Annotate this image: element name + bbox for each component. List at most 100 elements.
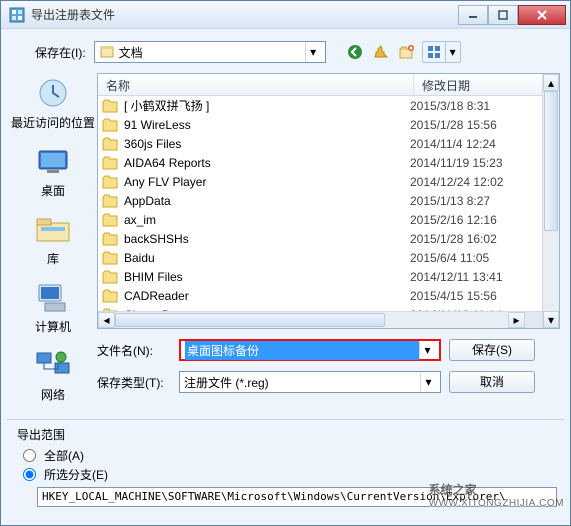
folder-icon <box>102 99 118 113</box>
file-name: Baidu <box>124 251 410 265</box>
list-item[interactable]: [ 小鹤双拼飞扬 ]2015/3/18 8:31 <box>98 96 542 115</box>
scroll-down-icon[interactable]: ▾ <box>543 311 559 328</box>
filetype-label: 保存类型(T): <box>97 374 171 391</box>
list-item[interactable]: Baidu2015/6/4 11:05 <box>98 248 542 267</box>
file-list: 名称 修改日期 [ 小鹤双拼飞扬 ]2015/3/18 8:3191 WireL… <box>97 73 560 329</box>
list-header: 名称 修改日期 <box>98 74 542 96</box>
folder-icon <box>102 270 118 284</box>
scroll-right-icon[interactable]: ▸ <box>508 312 525 328</box>
app-icon <box>9 7 25 23</box>
divider <box>7 419 564 420</box>
list-item[interactable]: 91 WireLess2015/1/28 15:56 <box>98 115 542 134</box>
radio-selected-input[interactable] <box>23 468 36 481</box>
file-date: 2014/11/19 15:23 <box>410 156 538 170</box>
places-sidebar: 最近访问的位置 桌面 库 计算机 网络 <box>11 73 95 409</box>
file-date: 2015/2/16 12:16 <box>410 213 538 227</box>
folder-icon <box>102 289 118 303</box>
titlebar: 导出注册表文件 <box>1 1 570 29</box>
folder-icon <box>102 213 118 227</box>
savein-combo[interactable]: 文档 ▾ <box>94 41 326 63</box>
sidebar-item-libraries[interactable]: 库 <box>11 211 95 273</box>
scroll-up-icon[interactable]: ▴ <box>543 74 559 91</box>
filetype-combo[interactable]: 注册文件 (*.reg) ▾ <box>179 371 441 393</box>
folder-icon <box>102 232 118 246</box>
file-date: 2015/3/18 8:31 <box>410 99 538 113</box>
filename-label: 文件名(N): <box>97 342 171 359</box>
desktop-icon <box>33 145 73 177</box>
maximize-button[interactable] <box>488 5 518 25</box>
window-title: 导出注册表文件 <box>31 6 458 23</box>
file-date: 2015/1/28 16:02 <box>410 232 538 246</box>
list-item[interactable]: CADReader2015/4/15 15:56 <box>98 286 542 305</box>
folder-icon <box>102 118 118 132</box>
list-item[interactable]: BHIM Files2014/12/11 13:41 <box>98 267 542 286</box>
minimize-button[interactable] <box>458 5 488 25</box>
libraries-icon <box>33 213 73 245</box>
radio-selected[interactable]: 所选分支(E) <box>23 466 554 483</box>
filename-input[interactable]: 桌面图标备份 ▾ <box>179 339 441 361</box>
radio-all-input[interactable] <box>23 449 36 462</box>
close-button[interactable] <box>518 5 566 25</box>
folder-icon <box>102 175 118 189</box>
dialog-window: 导出注册表文件 保存在(I): 文档 ▾ ▾ <box>0 0 571 526</box>
list-item[interactable]: backSHSHs2015/1/28 16:02 <box>98 229 542 248</box>
folder-icon <box>102 156 118 170</box>
list-item[interactable]: AppData2015/1/13 8:27 <box>98 191 542 210</box>
chevron-down-icon[interactable]: ▾ <box>305 42 321 62</box>
branch-path-input[interactable]: HKEY_LOCAL_MACHINE\SOFTWARE\Microsoft\Wi… <box>37 487 557 507</box>
file-date: 2014/12/24 12:02 <box>410 175 538 189</box>
file-name: CADReader <box>124 289 410 303</box>
scroll-thumb-v[interactable] <box>544 91 558 231</box>
folder-icon <box>102 251 118 265</box>
file-date: 2015/4/15 15:56 <box>410 289 538 303</box>
back-button[interactable] <box>344 41 366 63</box>
col-name[interactable]: 名称 <box>98 74 414 95</box>
recent-icon <box>33 77 73 109</box>
file-name: 360js Files <box>124 137 410 151</box>
col-date[interactable]: 修改日期 <box>414 74 542 95</box>
file-name: Any FLV Player <box>124 175 410 189</box>
scroll-left-icon[interactable]: ◂ <box>98 312 115 328</box>
chevron-down-icon[interactable]: ▾ <box>420 373 436 391</box>
file-name: [ 小鹤双拼飞扬 ] <box>124 97 410 114</box>
folder-icon <box>102 194 118 208</box>
filetype-value: 注册文件 (*.reg) <box>184 374 420 391</box>
export-range-group: 导出范围 全部(A) 所选分支(E) HKEY_LOCAL_MACHINE\SO… <box>17 426 554 507</box>
new-folder-button[interactable] <box>396 41 418 63</box>
sidebar-item-recent[interactable]: 最近访问的位置 <box>11 75 95 137</box>
folder-icon <box>102 137 118 151</box>
up-button[interactable] <box>370 41 392 63</box>
file-date: 2014/11/4 12:24 <box>410 137 538 151</box>
file-name: AIDA64 Reports <box>124 156 410 170</box>
documents-icon <box>99 44 115 60</box>
save-button[interactable]: 保存(S) <box>449 339 535 361</box>
file-name: ax_im <box>124 213 410 227</box>
file-name: 91 WireLess <box>124 118 410 132</box>
sidebar-item-computer[interactable]: 计算机 <box>11 279 95 341</box>
horizontal-scrollbar[interactable]: ◂ ▸ <box>98 311 542 328</box>
list-item[interactable]: 360js Files2014/11/4 12:24 <box>98 134 542 153</box>
file-name: BHIM Files <box>124 270 410 284</box>
sidebar-item-desktop[interactable]: 桌面 <box>11 143 95 205</box>
vertical-scrollbar[interactable]: ▴ ▾ <box>542 74 559 328</box>
savein-value: 文档 <box>119 44 305 61</box>
file-date: 2015/1/13 8:27 <box>410 194 538 208</box>
file-date: 2015/1/28 15:56 <box>410 118 538 132</box>
export-range-label: 导出范围 <box>17 426 554 443</box>
list-item[interactable]: Any FLV Player2014/12/24 12:02 <box>98 172 542 191</box>
list-item[interactable]: AIDA64 Reports2014/11/19 15:23 <box>98 153 542 172</box>
view-mode-button[interactable]: ▾ <box>422 41 461 63</box>
filename-value: 桌面图标备份 <box>185 341 419 360</box>
file-date: 2015/6/4 11:05 <box>410 251 538 265</box>
file-date: 2014/12/11 13:41 <box>410 270 538 284</box>
savein-label: 保存在(I): <box>35 44 86 61</box>
chevron-down-icon: ▾ <box>446 42 460 62</box>
list-item[interactable]: ax_im2015/2/16 12:16 <box>98 210 542 229</box>
file-name: backSHSHs <box>124 232 410 246</box>
radio-all[interactable]: 全部(A) <box>23 447 554 464</box>
cancel-button[interactable]: 取消 <box>449 371 535 393</box>
sidebar-item-network[interactable]: 网络 <box>11 347 95 409</box>
network-icon <box>33 349 73 381</box>
chevron-down-icon[interactable]: ▾ <box>419 341 435 359</box>
scroll-thumb-h[interactable] <box>115 313 385 327</box>
